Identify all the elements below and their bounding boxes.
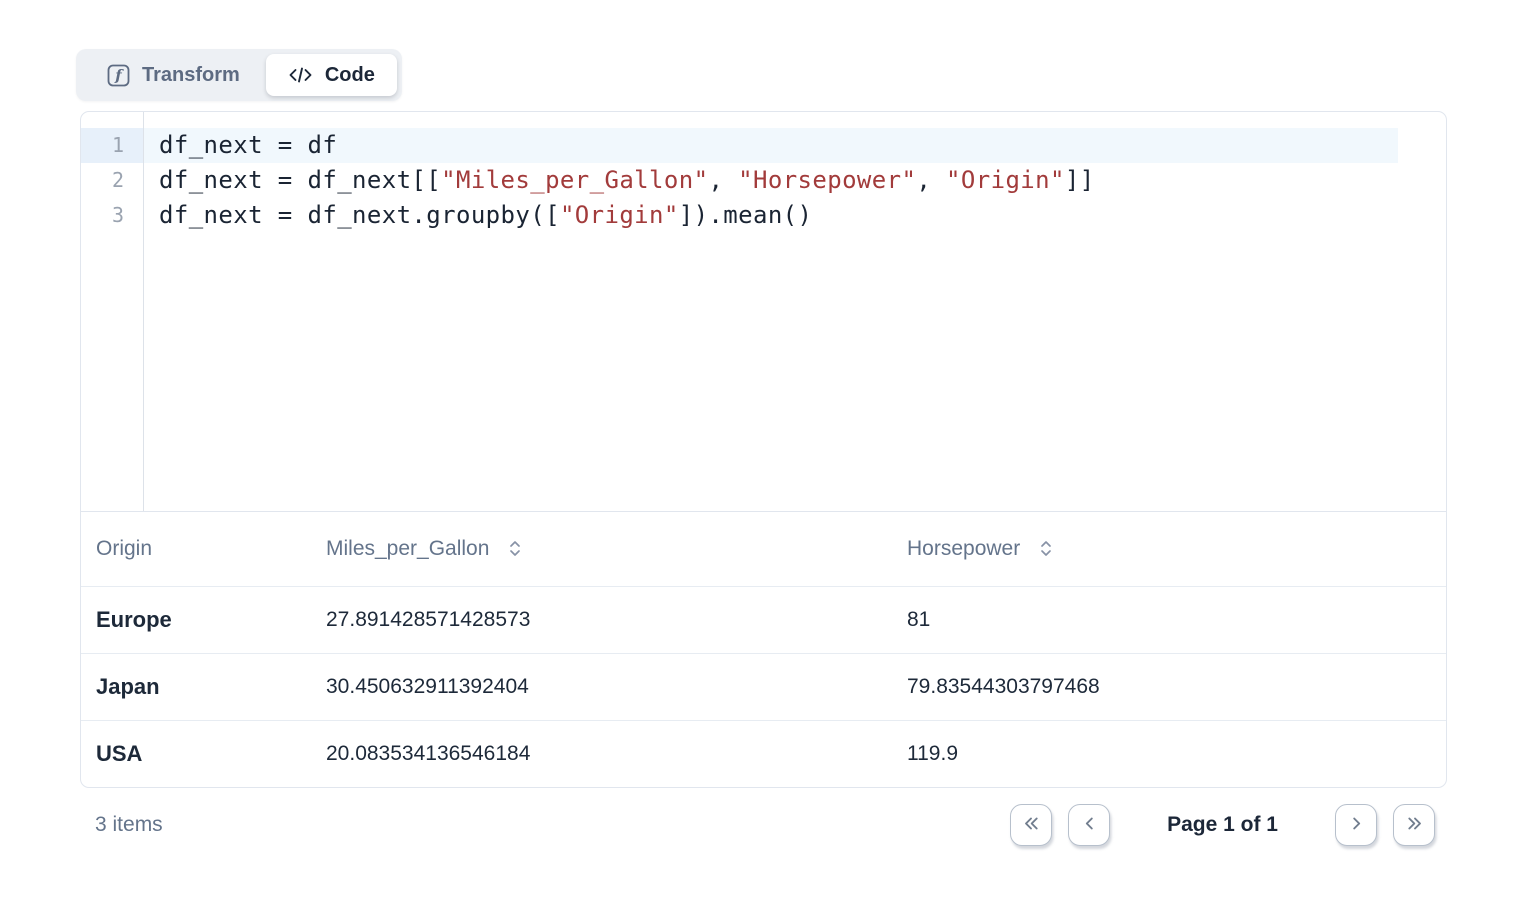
code-line[interactable]: df_next = df_next.groupby(["Origin"]).me…: [144, 198, 1398, 233]
view-toggle: f Transform Code: [76, 49, 402, 101]
chevron-left-icon: [1079, 813, 1100, 837]
code-icon: [288, 64, 313, 86]
editor-gutter: 123: [81, 112, 144, 511]
code-token: ,: [916, 166, 946, 194]
table-footer: 3 items Page 1 of 1: [80, 801, 1447, 849]
first-page-button[interactable]: [1010, 804, 1052, 846]
svg-text:f: f: [114, 66, 124, 84]
table-row: USA20.083534136546184119.9: [81, 720, 1446, 787]
sort-icon[interactable]: [1039, 539, 1053, 558]
chevrons-left-icon: [1021, 813, 1042, 837]
code-token: ]).mean(): [679, 201, 813, 229]
sort-icon[interactable]: [508, 539, 522, 558]
code-token: ]]: [1065, 166, 1095, 194]
function-icon: f: [107, 64, 130, 87]
pagination: Page 1 of 1: [1010, 804, 1435, 846]
row-origin: USA: [81, 720, 311, 787]
tab-transform[interactable]: f Transform: [81, 54, 266, 96]
column-label: Origin: [96, 537, 152, 561]
cell-value: 81: [892, 586, 1446, 653]
column-header-miles_per_gallon[interactable]: Miles_per_Gallon: [311, 512, 892, 586]
next-page-button[interactable]: [1335, 804, 1377, 846]
string-token: "Origin": [560, 201, 679, 229]
previous-page-button[interactable]: [1068, 804, 1110, 846]
line-number: 3: [81, 198, 143, 233]
tab-code-label: Code: [325, 64, 375, 87]
column-label: Miles_per_Gallon: [326, 537, 489, 561]
line-number: 2: [81, 163, 143, 198]
column-header-horsepower[interactable]: Horsepower: [892, 512, 1446, 586]
line-number: 1: [81, 128, 143, 163]
table-row: Europe27.89142857142857381: [81, 586, 1446, 653]
column-header-origin: Origin: [81, 512, 311, 586]
tab-code[interactable]: Code: [266, 54, 397, 96]
cell-value: 30.450632911392404: [311, 653, 892, 720]
string-token: "Miles_per_Gallon": [441, 166, 708, 194]
result-table: Origin Miles_per_Gallon Horsepower Europe2…: [81, 512, 1446, 787]
table-header-row: Origin Miles_per_Gallon Horsepower: [81, 512, 1446, 586]
items-count: 3 items: [95, 813, 163, 837]
tab-transform-label: Transform: [142, 64, 240, 87]
code-editor[interactable]: 123 df_next = df df_next = df_next[["Mile…: [81, 112, 1446, 512]
code-token: df_next = df_next.groupby([: [159, 201, 560, 229]
row-origin: Japan: [81, 653, 311, 720]
string-token: "Origin": [946, 166, 1065, 194]
table-row: Japan30.45063291139240479.83544303797468: [81, 653, 1446, 720]
code-token: ,: [708, 166, 738, 194]
row-origin: Europe: [81, 586, 311, 653]
code-token: df_next = df_next[[: [159, 166, 441, 194]
cell-value: 20.083534136546184: [311, 720, 892, 787]
column-label: Horsepower: [907, 537, 1020, 561]
chevrons-right-icon: [1404, 813, 1425, 837]
cell-value: 79.83544303797468: [892, 653, 1446, 720]
last-page-button[interactable]: [1393, 804, 1435, 846]
string-token: "Horsepower": [738, 166, 916, 194]
code-token: df_next = df: [159, 131, 337, 159]
code-line[interactable]: df_next = df: [144, 128, 1398, 163]
editor-content[interactable]: df_next = df df_next = df_next[["Miles_pe…: [144, 112, 1446, 511]
code-line[interactable]: df_next = df_next[["Miles_per_Gallon", "…: [144, 163, 1398, 198]
cell-value: 27.891428571428573: [311, 586, 892, 653]
chevron-right-icon: [1346, 813, 1367, 837]
page-indicator: Page 1 of 1: [1167, 813, 1278, 837]
cell-value: 119.9: [892, 720, 1446, 787]
code-panel: 123 df_next = df df_next = df_next[["Mile…: [80, 111, 1447, 788]
